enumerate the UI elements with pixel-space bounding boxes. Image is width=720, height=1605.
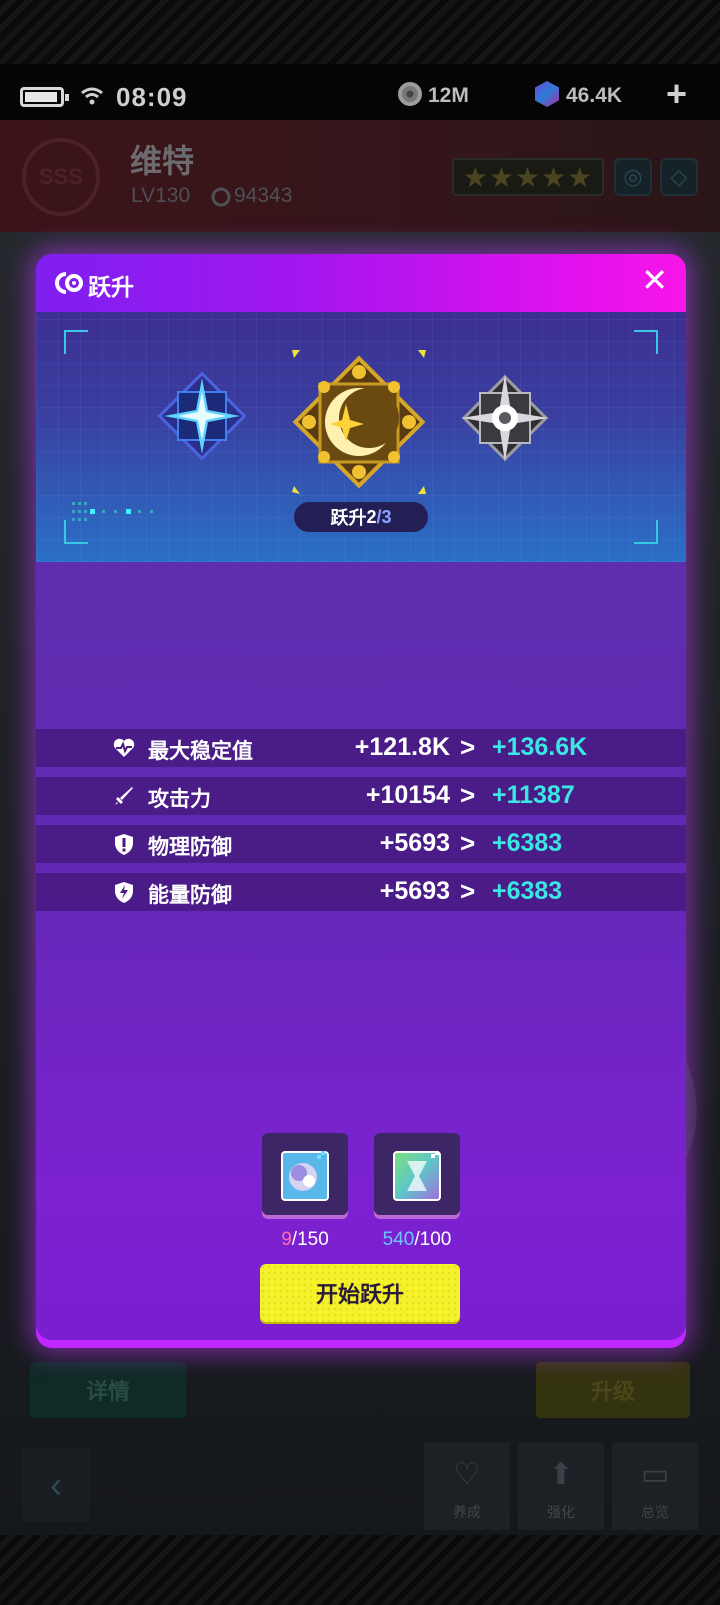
character-power-value: 94343 bbox=[234, 184, 293, 207]
frame-corner bbox=[64, 330, 88, 354]
ascension-banner: 跃升 2/3 bbox=[36, 312, 686, 562]
nav-enhance[interactable]: ⬆ 强化 bbox=[518, 1442, 604, 1530]
coin-icon bbox=[398, 82, 422, 106]
nav-overview-label: 总览 bbox=[641, 1504, 669, 1520]
modal-title: 跃升 bbox=[88, 274, 134, 300]
game-screen: 08:09 12M 46.4K + SSS 维特 LV130 94343 ★★★… bbox=[0, 0, 720, 1605]
stat-label: 物理防御 bbox=[148, 836, 232, 859]
shield-exclaim-icon bbox=[115, 834, 133, 855]
character-shard-icon bbox=[281, 1151, 329, 1201]
ascension-level-pill: 跃升 2/3 bbox=[294, 502, 428, 532]
ascension-emblem-3-icon bbox=[461, 374, 549, 462]
data-chip-icon bbox=[393, 1151, 441, 1201]
stat-row-attack: 攻击力 +10154 > +11387 bbox=[36, 777, 686, 815]
class-icon[interactable]: ◇ bbox=[660, 158, 698, 196]
material-have: 9 bbox=[281, 1229, 292, 1250]
stat-row-physical-defense: 物理防御 +5693 > +6383 bbox=[36, 825, 686, 863]
character-level: LV130 bbox=[131, 184, 191, 207]
ascension-emblem-1-icon bbox=[157, 371, 247, 461]
character-power: 94343 bbox=[214, 184, 292, 208]
clock: 08:09 bbox=[116, 82, 188, 112]
status-bar: 08:09 12M 46.4K + bbox=[0, 64, 720, 120]
heart-icon: ♡ bbox=[453, 1458, 481, 1491]
arrow-right-icon: > bbox=[460, 780, 476, 810]
heart-pulse-icon bbox=[113, 738, 135, 757]
character-name: 维特 bbox=[130, 143, 195, 179]
add-currency-button[interactable]: + bbox=[666, 76, 687, 112]
level-prefix: 跃升 bbox=[330, 508, 367, 528]
ascension-emblem-2-icon bbox=[292, 350, 426, 494]
stat-row-max-stability: 最大稳定值 +121.8K > +136.6K bbox=[36, 729, 686, 767]
level-max: /3 bbox=[376, 506, 392, 527]
material-need: /150 bbox=[291, 1229, 329, 1250]
nav-cultivate-label: 养成 bbox=[453, 1504, 481, 1520]
start-ascension-button[interactable]: 开始跃升 bbox=[260, 1264, 460, 1322]
stat-label: 最大稳定值 bbox=[148, 740, 253, 763]
frame-corner bbox=[634, 520, 658, 544]
rank-badge: SSS bbox=[22, 138, 100, 216]
arrow-right-icon: > bbox=[460, 828, 476, 858]
modal-header: 跃升 ✕ bbox=[36, 254, 686, 312]
stat-current: +121.8K bbox=[354, 733, 450, 761]
stat-next: +6383 bbox=[492, 829, 563, 857]
stat-current: +5693 bbox=[379, 877, 450, 905]
chip-upgrade-icon: ⬆ bbox=[548, 1458, 574, 1491]
wifi-icon bbox=[81, 87, 103, 105]
level-current: 2 bbox=[366, 506, 377, 527]
details-button[interactable]: 详情 bbox=[30, 1362, 186, 1418]
top-decor-band bbox=[0, 0, 720, 64]
back-button[interactable]: ‹ bbox=[22, 1448, 90, 1522]
stat-next: +6383 bbox=[492, 877, 563, 905]
gem-icon bbox=[535, 81, 559, 107]
element-icon[interactable]: ◎ bbox=[614, 158, 652, 196]
stat-list: 最大稳定值 +121.8K > +136.6K 攻击力 +10154 > +11… bbox=[36, 729, 686, 921]
stat-next: +136.6K bbox=[492, 733, 588, 761]
arrow-right-icon: > bbox=[460, 876, 476, 906]
ascension-modal: 跃升 ✕ 跃升 2 /3 最大稳定值 +121.8K > +136.6K 攻击力… bbox=[36, 254, 686, 1348]
arrow-right-icon: > bbox=[460, 732, 476, 762]
chevron-left-icon: ‹ bbox=[50, 1464, 62, 1505]
stat-current: +5693 bbox=[379, 829, 450, 857]
material-count-2: 540/100 bbox=[357, 1229, 477, 1251]
star-rating: ★★★★★ bbox=[452, 158, 604, 196]
material-slot-1[interactable] bbox=[262, 1133, 348, 1219]
bottom-decor-band bbox=[0, 1535, 720, 1605]
stat-row-energy-defense: 能量防御 +5693 > +6383 bbox=[36, 873, 686, 911]
character-header bbox=[0, 120, 720, 232]
stat-next: +11387 bbox=[492, 781, 575, 809]
material-need: /100 bbox=[414, 1229, 452, 1250]
coin-value: 12M bbox=[428, 84, 469, 107]
battery-icon bbox=[20, 87, 69, 107]
ascend-logo-icon bbox=[55, 272, 83, 294]
close-button[interactable]: ✕ bbox=[641, 264, 668, 296]
nav-enhance-label: 强化 bbox=[547, 1504, 575, 1520]
frame-corner bbox=[634, 330, 658, 354]
upgrade-button[interactable]: 升级 bbox=[536, 1362, 690, 1418]
stat-label: 攻击力 bbox=[148, 788, 211, 811]
stat-label: 能量防御 bbox=[148, 884, 232, 907]
material-slot-2[interactable] bbox=[374, 1133, 460, 1219]
nav-cultivate[interactable]: ♡ 养成 bbox=[424, 1442, 510, 1530]
progress-dots-decor bbox=[72, 502, 153, 521]
nav-overview[interactable]: ▭ 总览 bbox=[612, 1442, 698, 1530]
gem-value: 46.4K bbox=[566, 84, 623, 107]
folder-icon: ▭ bbox=[640, 1458, 670, 1491]
material-count-1: 9/150 bbox=[245, 1229, 365, 1251]
sword-icon bbox=[115, 787, 133, 805]
material-have: 540 bbox=[382, 1229, 415, 1250]
stat-current: +10154 bbox=[365, 781, 450, 809]
shield-bolt-icon bbox=[115, 882, 133, 903]
